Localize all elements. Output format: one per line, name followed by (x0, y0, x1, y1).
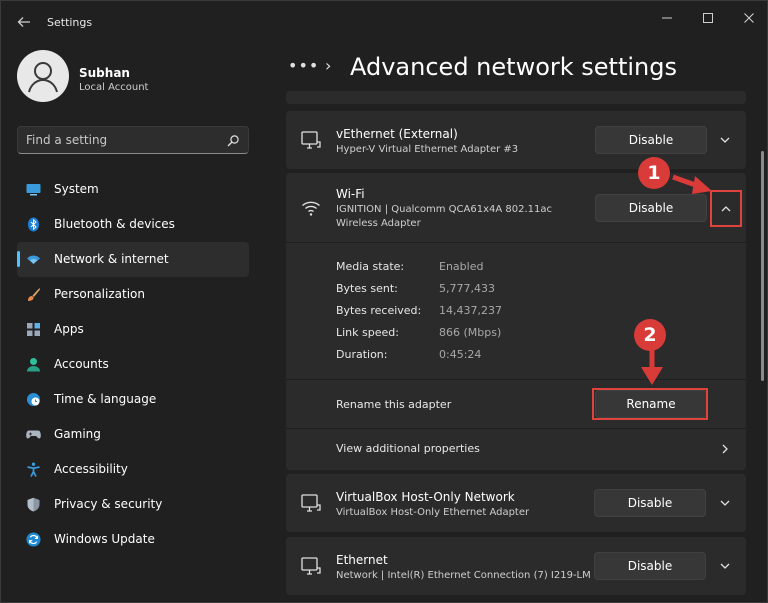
accounts-icon (26, 357, 41, 372)
disable-button[interactable]: Disable (595, 126, 707, 154)
view-additional-properties-link[interactable]: View additional properties (336, 442, 480, 455)
adapter-description: Hyper-V Virtual Ethernet Adapter #3 (336, 144, 519, 155)
active-indicator (17, 251, 20, 267)
sidebar-item-label: Accessibility (54, 462, 128, 476)
annotation-highlight-expand (710, 190, 742, 227)
brush-icon (26, 287, 41, 302)
rename-adapter-label: Rename this adapter (336, 398, 452, 411)
breadcrumb-chevron-icon: › (325, 56, 332, 75)
disable-button[interactable]: Disable (594, 552, 706, 580)
search-box[interactable] (17, 126, 249, 154)
detail-value: 14,437,237 (439, 304, 502, 317)
annotation-highlight-rename (592, 388, 708, 420)
adapter-name: Wi-Fi (336, 187, 365, 201)
disable-button[interactable]: Disable (594, 489, 706, 517)
title-bar: Settings (1, 1, 768, 45)
sidebar-item-label: Network & internet (54, 252, 169, 266)
ethernet-port-icon (300, 492, 322, 514)
sidebar-item-label: Bluetooth & devices (54, 217, 175, 231)
adapter-name: Ethernet (336, 553, 388, 567)
adapter-description: IGNITION | Qualcomm QCA61x4A 802.11ac (336, 204, 552, 215)
adapter-card-ethernet[interactable]: Ethernet Network | Intel(R) Ethernet Con… (286, 537, 746, 595)
sidebar-item-time-language[interactable]: Time & language (17, 382, 249, 417)
sidebar-item-label: Windows Update (54, 532, 155, 546)
accessibility-icon (26, 462, 41, 477)
settings-window: Settings Subhan Local Account Syste (0, 0, 768, 603)
adapter-card-wifi: Wi-Fi IGNITION | Qualcomm QCA61x4A 802.1… (286, 173, 746, 470)
minimize-button[interactable] (656, 7, 678, 29)
detail-value: 866 (Mbps) (439, 326, 502, 339)
sidebar-item-label: System (54, 182, 99, 196)
globe-clock-icon (26, 392, 41, 407)
detail-label: Duration: (336, 348, 388, 361)
detail-value: Enabled (439, 260, 484, 273)
adapter-card-virtualbox[interactable]: VirtualBox Host-Only Network VirtualBox … (286, 474, 746, 532)
sidebar-item-gaming[interactable]: Gaming (17, 417, 249, 452)
avatar[interactable] (17, 50, 69, 102)
adapter-description: Network | Intel(R) Ethernet Connection (… (336, 570, 591, 581)
divider (286, 242, 746, 243)
scrollbar[interactable] (761, 151, 764, 381)
wifi-icon (300, 197, 322, 219)
sidebar-item-label: Privacy & security (54, 497, 163, 511)
ethernet-port-icon (300, 129, 322, 151)
sidebar-item-apps[interactable]: Apps (17, 312, 249, 347)
detail-label: Media state: (336, 260, 405, 273)
network-icon (26, 252, 41, 267)
back-arrow-icon[interactable] (13, 11, 35, 33)
adapter-name: VirtualBox Host-Only Network (336, 490, 515, 504)
chevron-down-icon[interactable] (711, 552, 739, 580)
ethernet-port-icon (300, 555, 322, 577)
sidebar-item-label: Gaming (54, 427, 101, 441)
breadcrumb-overflow-button[interactable]: ••• (288, 56, 319, 75)
divider (286, 428, 746, 429)
chevron-right-icon[interactable] (711, 435, 739, 463)
search-icon[interactable] (226, 133, 240, 147)
sidebar-item-accounts[interactable]: Accounts (17, 347, 249, 382)
sidebar-item-network[interactable]: Network & internet (17, 242, 249, 277)
sidebar-item-privacy[interactable]: Privacy & security (17, 487, 249, 522)
disable-button[interactable]: Disable (595, 194, 707, 222)
apps-icon (26, 322, 41, 337)
annotation-step-1-badge: 1 (638, 157, 670, 189)
shield-icon (26, 497, 41, 512)
sidebar-item-label: Apps (54, 322, 84, 336)
page-title: Advanced network settings (350, 53, 677, 81)
sidebar-item-bluetooth[interactable]: Bluetooth & devices (17, 207, 249, 242)
detail-label: Bytes received: (336, 304, 422, 317)
detail-value: 0:45:24 (439, 348, 482, 361)
profile-account-type: Local Account (79, 82, 149, 93)
adapter-description: VirtualBox Host-Only Ethernet Adapter (336, 507, 530, 518)
profile-name: Subhan (79, 66, 130, 80)
bluetooth-icon (26, 217, 41, 232)
sidebar-item-accessibility[interactable]: Accessibility (17, 452, 249, 487)
sidebar-item-windows-update[interactable]: Windows Update (17, 522, 249, 557)
adapter-name: vEthernet (External) (336, 127, 458, 141)
divider (286, 379, 746, 380)
sidebar-item-label: Accounts (54, 357, 109, 371)
adapter-type: Wireless Adapter (336, 218, 421, 229)
detail-label: Bytes sent: (336, 282, 398, 295)
detail-value: 5,777,433 (439, 282, 495, 295)
adapter-card-vethernet[interactable]: vEthernet (External) Hyper-V Virtual Eth… (286, 111, 746, 169)
maximize-button[interactable] (697, 7, 719, 29)
sidebar-item-personalization[interactable]: Personalization (17, 277, 249, 312)
sidebar-item-label: Personalization (54, 287, 145, 301)
chevron-down-icon[interactable] (711, 489, 739, 517)
sidebar-item-system[interactable]: System (17, 172, 249, 207)
chevron-down-icon[interactable] (711, 126, 739, 154)
sidebar-nav: System Bluetooth & devices Network & int… (17, 172, 249, 557)
close-button[interactable] (738, 7, 760, 29)
system-icon (26, 182, 41, 197)
person-icon (28, 62, 58, 93)
sidebar-item-label: Time & language (54, 392, 157, 406)
gamepad-icon (26, 427, 41, 442)
update-icon (26, 532, 41, 547)
search-input[interactable] (26, 132, 216, 148)
app-title: Settings (47, 16, 93, 29)
previous-card-edge (286, 91, 746, 104)
annotation-step-2-badge: 2 (634, 319, 666, 351)
detail-label: Link speed: (336, 326, 399, 339)
